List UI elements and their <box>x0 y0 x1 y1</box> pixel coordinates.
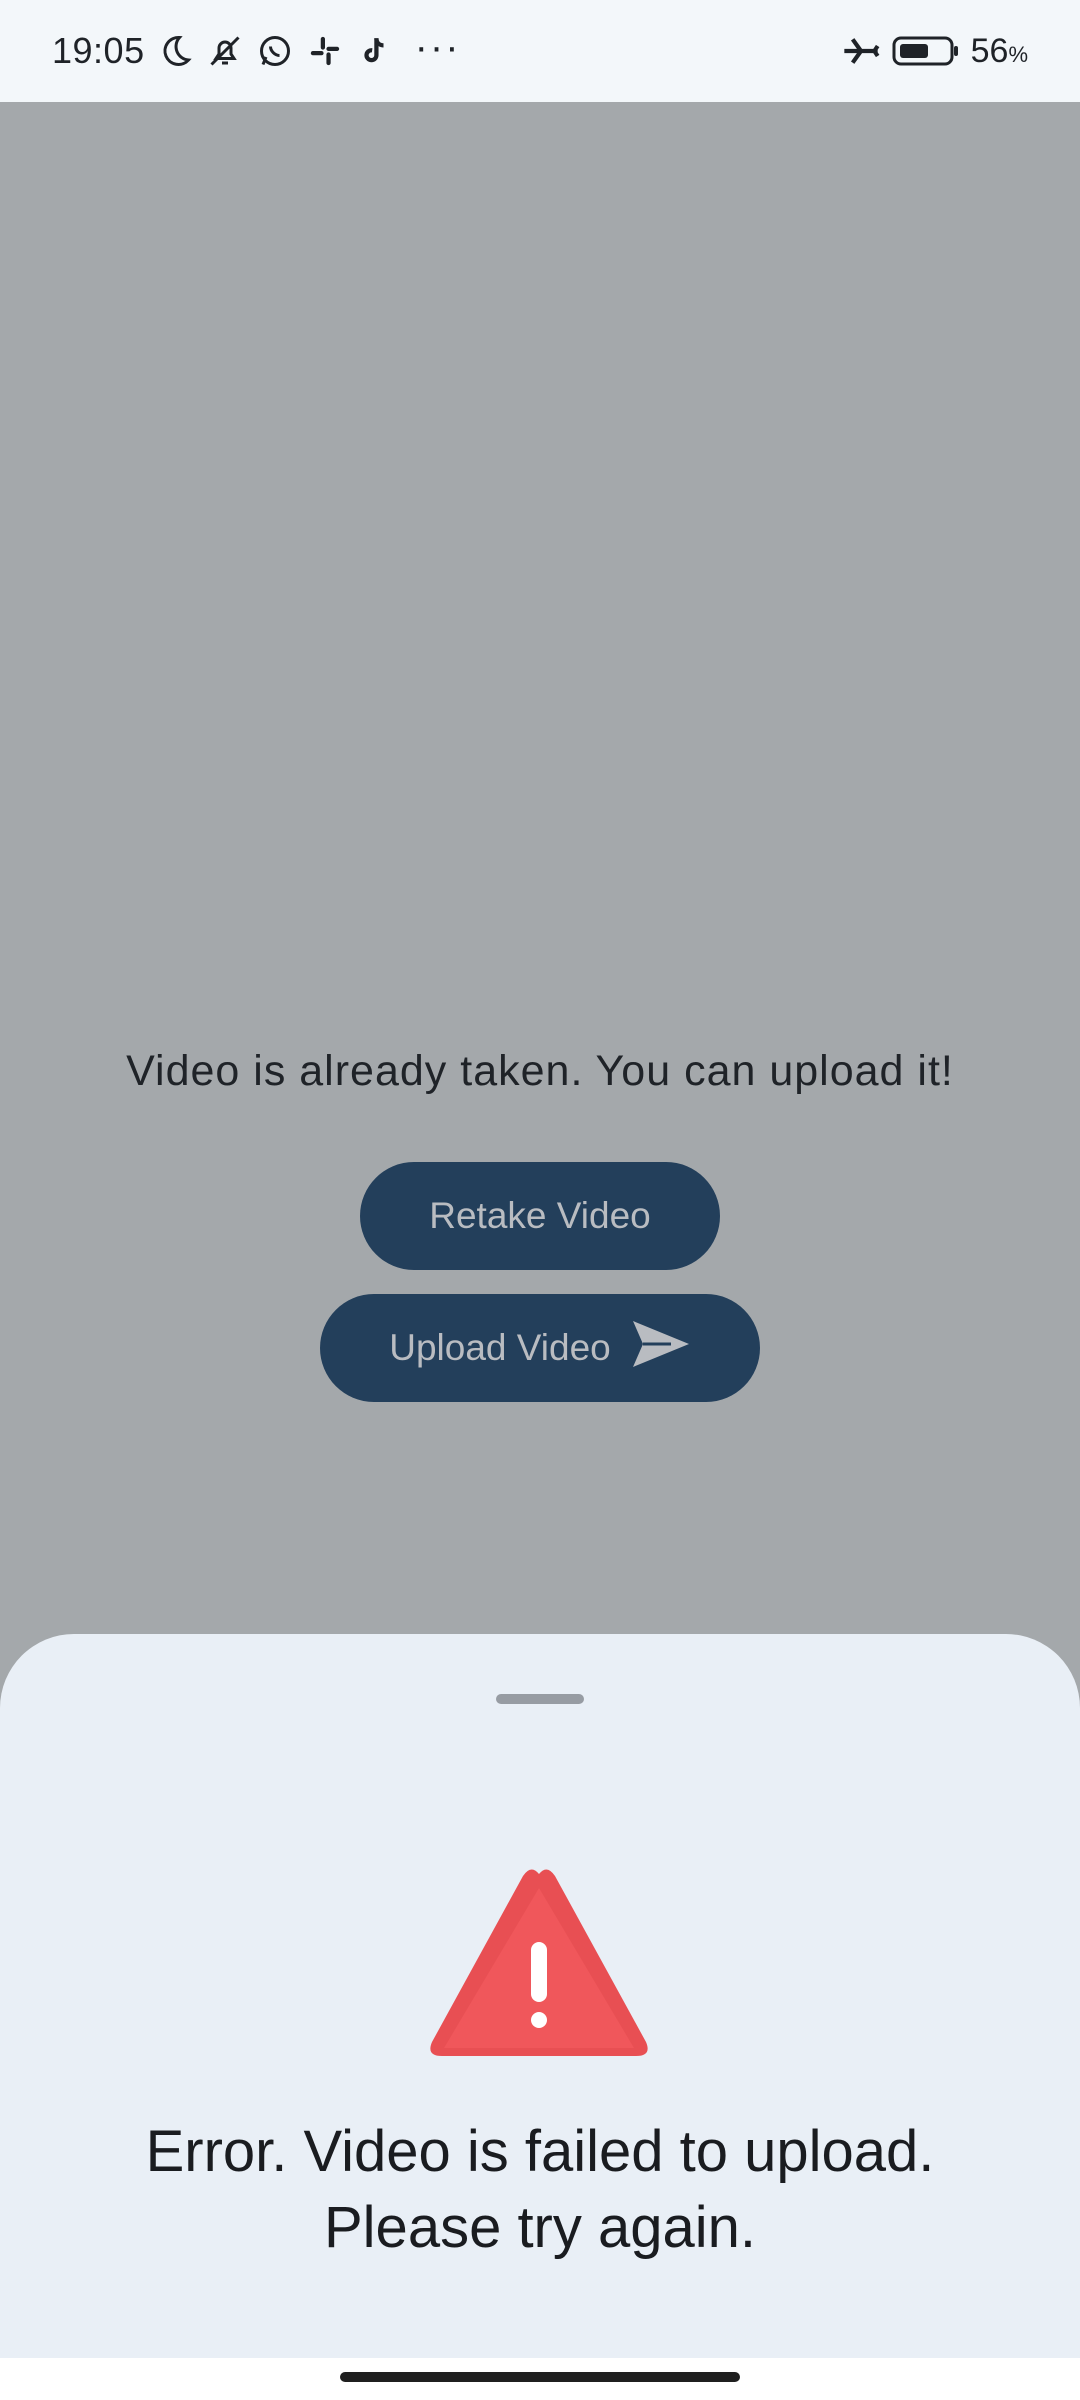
status-bar-right: 56% <box>841 31 1028 71</box>
home-gesture-pill[interactable] <box>340 2372 740 2382</box>
slack-icon <box>305 31 345 71</box>
warning-icon <box>426 1864 652 2064</box>
status-bar-left: 19:05 ··· <box>52 25 461 72</box>
sheet-drag-handle[interactable] <box>496 1694 584 1704</box>
retake-video-label: Retake Video <box>429 1195 651 1236</box>
video-taken-message: Video is already taken. You can upload i… <box>126 1047 954 1095</box>
upload-video-button[interactable]: Upload Video <box>320 1294 760 1402</box>
battery-icon <box>891 31 961 71</box>
moon-icon <box>155 31 195 71</box>
send-icon <box>631 1319 691 1378</box>
main-content: Video is already taken. You can upload i… <box>0 102 1080 1635</box>
error-line-2: Please try again. <box>323 2195 757 2260</box>
upload-video-label: Upload Video <box>389 1327 611 1368</box>
battery-percent: 56% <box>970 31 1028 70</box>
retake-video-button[interactable]: Retake Video <box>360 1162 720 1270</box>
error-bottom-sheet: Error. Video is failed to upload. Please… <box>0 1634 1080 2358</box>
error-message: Error. Video is failed to upload. Please… <box>0 2114 1080 2266</box>
bell-off-icon <box>205 31 245 71</box>
whatsapp-icon <box>255 31 295 71</box>
status-bar: 19:05 ··· 56% <box>0 0 1080 102</box>
clock: 19:05 <box>52 30 145 71</box>
error-line-1: Error. Video is failed to upload. <box>145 2119 935 2184</box>
airplane-icon <box>841 31 881 71</box>
gesture-nav-bar <box>0 2358 1080 2400</box>
more-notifications-icon: ··· <box>414 24 461 69</box>
tiktok-icon <box>355 31 395 71</box>
